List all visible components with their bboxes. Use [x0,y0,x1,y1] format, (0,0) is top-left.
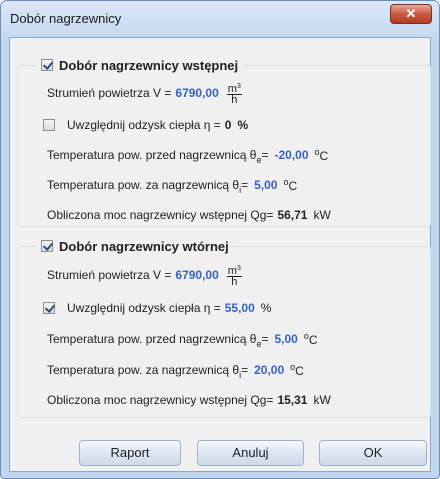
temp-before-sub: e [256,155,262,165]
temp-after-eq: = [241,178,249,192]
preheater-legend[interactable]: Dobór nagrzewnicy wstępnej [37,56,243,74]
recovery-label: Uwzględnij odzysk ciepła η = [67,118,221,132]
airflow-label: Strumień powietrza V = [47,86,172,100]
temp-after-sub: i [239,185,242,195]
airflow-unit-num: m [227,82,237,95]
airflow-unit-exp: 3 [236,82,241,90]
temp-before-value: -20,00 [274,148,309,162]
power-value: 15,31 [277,393,308,407]
power-label: Obliczona moc nagrzewnicy wstępnej Qg= [47,393,274,407]
airflow-value: 6790,00 [175,86,219,100]
temp-after-sub: i [239,370,242,380]
secondary-temp-before-row: Temperatura pow. przed nagrzewnicą θ e = 5… [47,329,318,349]
preheater-airflow-row: Strumień powietrza V = 6790,00 m3 h [47,81,242,105]
temp-after-label: Temperatura pow. za nagrzewnicą θ [47,363,240,377]
temp-before-eq: = [261,148,269,162]
power-value: 56,71 [277,208,308,222]
preheater-checkbox[interactable] [41,59,53,71]
preheater-recovery-checkbox[interactable] [43,119,55,131]
airflow-unit-exp: 3 [236,264,241,272]
report-button[interactable]: Raport [79,440,181,466]
temp-after-unit: oC [283,177,298,193]
power-unit: kW [313,393,331,407]
close-button[interactable]: ✕ [390,4,432,24]
ok-button[interactable]: OK [319,440,427,466]
secondary-airflow-row: Strumień powietrza V = 6790,00 m3 h [47,263,242,287]
recovery-unit: % [237,118,249,132]
airflow-unit-den: h [231,275,238,288]
preheater-legend-label: Dobór nagrzewnicy wstępnej [59,57,239,73]
close-icon: ✕ [405,6,417,21]
temp-before-value: 5,00 [274,332,298,346]
airflow-unit-num: m [227,264,237,277]
airflow-unit-den: h [231,93,238,106]
temp-after-value: 20,00 [254,363,285,377]
secondary-power-row: Obliczona moc nagrzewnicy wstępnej Qg= 1… [47,391,331,409]
temp-before-label: Temperatura pow. przed nagrzewnicą θ [47,148,257,162]
airflow-unit: m3 h [226,82,242,106]
cancel-button[interactable]: Anuluj [197,440,304,466]
secondary-recovery-row: Uwzględnij odzysk ciepła η = 55,00 % [43,299,271,317]
temp-after-eq: = [241,363,249,377]
temp-before-label: Temperatura pow. przed nagrzewnicą θ [47,332,257,346]
secondary-legend[interactable]: Dobór nagrzewnicy wtórnej [37,237,233,255]
temp-before-unit: oC [303,331,318,347]
secondary-checkbox[interactable] [41,240,53,252]
airflow-label: Strumień powietrza V = [47,268,172,282]
window-title: Dobór nagrzewnicy [10,11,122,26]
temp-before-eq: = [261,332,269,346]
preheater-power-row: Obliczona moc nagrzewnicy wstępnej Qg= 5… [47,206,331,224]
secondary-legend-label: Dobór nagrzewnicy wtórnej [59,238,229,254]
recovery-value: 0 [224,118,232,132]
recovery-unit: % [260,301,272,315]
dialog-window: Dobór nagrzewnicy ✕ Dobór nagrzewnicy ws… [0,0,440,479]
airflow-unit: m3 h [226,264,242,288]
temp-before-sub: e [256,339,262,349]
recovery-value: 55,00 [224,301,255,315]
power-unit: kW [313,208,331,222]
secondary-temp-after-row: Temperatura pow. za nagrzewnicą θ i = 20,0… [47,360,304,380]
temp-after-value: 5,00 [254,178,278,192]
temp-before-unit: oC [314,147,329,163]
recovery-label: Uwzględnij odzysk ciepła η = [67,301,221,315]
temp-after-unit: oC [290,362,304,378]
preheater-temp-after-row: Temperatura pow. za nagrzewnicą θ i = 5,00… [47,175,297,195]
airflow-value: 6790,00 [175,268,219,282]
secondary-recovery-checkbox[interactable] [43,302,55,314]
temp-after-label: Temperatura pow. za nagrzewnicą θ [47,178,240,192]
preheater-temp-before-row: Temperatura pow. przed nagrzewnicą θ e = -… [47,145,328,165]
preheater-recovery-row: Uwzględnij odzysk ciepła η = 0 % [43,116,248,134]
power-label: Obliczona moc nagrzewnicy wstępnej Qg= [47,208,274,222]
title-bar[interactable]: Dobór nagrzewnicy ✕ [1,1,439,37]
